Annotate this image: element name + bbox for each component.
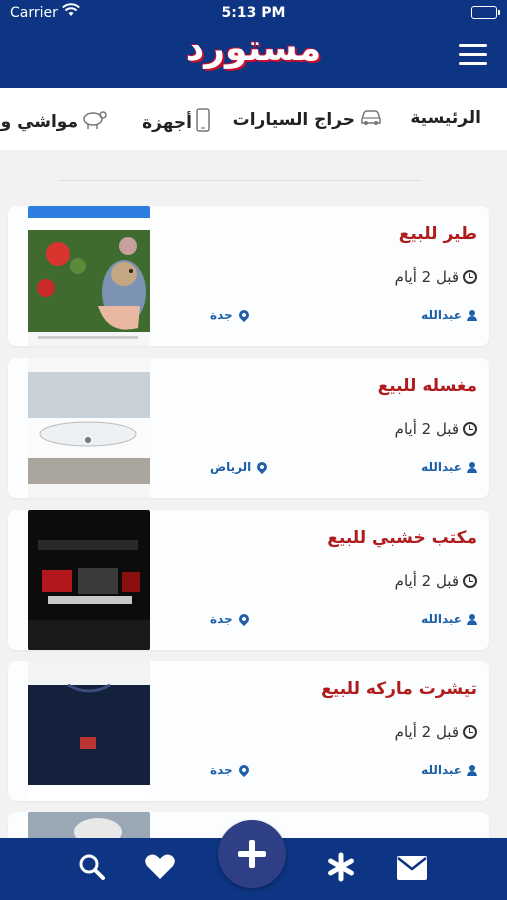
hamburger-menu-icon[interactable] <box>459 44 487 66</box>
phone-icon <box>196 108 210 137</box>
listing-title[interactable]: تيشرت ماركه للبيع <box>321 679 477 699</box>
listing-card[interactable]: مكتب خشبي للبيع قبل 2 أيام عبدالله جدة <box>8 510 489 650</box>
battery-icon <box>471 6 500 19</box>
location-name: جدة <box>210 763 233 777</box>
listing-image[interactable] <box>28 661 150 801</box>
user-name: عبدالله <box>421 308 462 322</box>
listing-user[interactable]: عبدالله <box>421 763 477 777</box>
car-icon <box>359 108 383 131</box>
listing-time: قبل 2 أيام <box>395 268 477 286</box>
listing-card[interactable]: مغسله للبيع قبل 2 أيام عبدالله الرياض <box>8 358 489 498</box>
listing-title[interactable]: طير للبيع <box>399 224 477 244</box>
location-pin-icon <box>236 762 251 778</box>
add-icon <box>238 840 266 868</box>
user-name: عبدالله <box>421 460 462 474</box>
mail-icon[interactable] <box>396 855 428 888</box>
listing-user[interactable]: عبدالله <box>421 308 477 322</box>
listing-image[interactable] <box>28 510 150 650</box>
clock-time: 5:13 PM <box>221 5 286 21</box>
status-bar: Carrier 5:13 PM <box>0 0 507 26</box>
listing-location: جدة <box>210 611 251 627</box>
listing-time: قبل 2 أيام <box>395 572 477 590</box>
app-logo[interactable]: مستورد <box>0 28 507 69</box>
user-icon <box>467 613 477 625</box>
location-pin-icon <box>236 307 251 323</box>
tab-devices[interactable]: أجهزة <box>142 108 210 137</box>
time-text: قبل 2 أيام <box>394 723 459 741</box>
sheep-icon <box>82 108 108 135</box>
location-name: جدة <box>210 308 233 322</box>
user-icon <box>467 461 477 473</box>
listing-card[interactable]: تيشرت ماركه للبيع قبل 2 أيام عبدالله جدة <box>8 661 489 801</box>
user-icon <box>467 309 477 321</box>
location-pin-icon <box>236 611 251 627</box>
listing-card[interactable]: طير للبيع قبل 2 أيام عبدالله جدة <box>8 206 489 346</box>
tab-livestock[interactable]: مواشي و <box>1 108 108 135</box>
clock-icon <box>463 574 477 588</box>
tab-label: حراج السيارات <box>232 109 355 130</box>
add-listing-button[interactable] <box>218 820 286 888</box>
listing-user[interactable]: عبدالله <box>421 460 477 474</box>
tab-label: مواشي و <box>0 111 78 132</box>
location-name: الرياض <box>210 460 252 474</box>
listing-location: الرياض <box>210 459 270 475</box>
listing-location: جدة <box>210 762 251 778</box>
listing-title[interactable]: مكتب خشبي للبيع <box>327 528 477 548</box>
time-text: قبل 2 أيام <box>394 268 459 286</box>
listing-user[interactable]: عبدالله <box>421 612 477 626</box>
listing-title[interactable]: مغسله للبيع <box>378 376 477 396</box>
listing-time: قبل 2 أيام <box>395 723 477 741</box>
clock-icon <box>463 270 477 284</box>
user-name: عبدالله <box>421 612 462 626</box>
location-pin-icon <box>255 459 270 475</box>
search-icon[interactable] <box>78 853 106 888</box>
listing-image[interactable] <box>28 358 150 498</box>
tab-label: الرئيسية <box>410 108 481 128</box>
divider <box>60 180 420 181</box>
clock-icon <box>463 422 477 436</box>
category-tabs: الرئيسية حراج السيارات أجهزة مواشي و <box>0 88 507 150</box>
asterisk-icon[interactable] <box>326 852 356 889</box>
clock-icon <box>463 725 477 739</box>
tab-cars[interactable]: حراج السيارات <box>233 108 383 131</box>
user-icon <box>467 764 477 776</box>
listing-image[interactable] <box>28 206 150 346</box>
tab-label: أجهزة <box>142 112 192 133</box>
app-header: مستورد <box>0 26 507 88</box>
user-name: عبدالله <box>421 763 462 777</box>
time-text: قبل 2 أيام <box>394 420 459 438</box>
heart-icon[interactable] <box>144 853 176 888</box>
listing-location: جدة <box>210 307 251 323</box>
listing-time: قبل 2 أيام <box>395 420 477 438</box>
location-name: جدة <box>210 612 233 626</box>
tab-home[interactable]: الرئيسية <box>410 108 481 128</box>
time-text: قبل 2 أيام <box>394 572 459 590</box>
